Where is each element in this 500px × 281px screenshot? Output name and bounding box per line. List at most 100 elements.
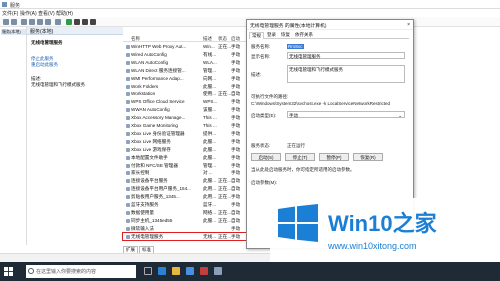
tab-logon[interactable]: 登录 [265,32,278,38]
service-desc-cell: 该服... [203,107,217,113]
restart-service-icon[interactable] [90,19,96,25]
export-icon[interactable] [37,19,43,25]
pause-service-icon[interactable] [82,19,88,25]
gear-icon [126,108,130,113]
edge-icon[interactable] [158,267,166,275]
app-icon[interactable] [200,267,208,275]
display-name-field[interactable]: 无线电管理服务 [287,52,405,59]
service-desc-cell: 有线... [203,51,217,57]
gear-icon [126,218,130,223]
resume-button[interactable]: 恢复(R) [353,153,383,161]
pause-button[interactable]: 暂停(P) [319,153,349,161]
service-name-cell: 无线电管理服务 [131,233,164,239]
close-icon[interactable]: × [407,22,410,28]
service-name-cell: Xbox Live 网络服务 [131,138,171,144]
start-service-icon[interactable] [66,19,72,25]
service-startup-cell: 自动 [231,209,241,215]
services-taskbar-icon[interactable] [214,267,222,275]
service-desc-cell: 对 ... [203,170,213,176]
service-startup-cell: 手动 [231,154,241,160]
menu-action[interactable]: 操作(A) [20,10,37,17]
start-button[interactable]: 启动(S) [251,153,281,161]
menu-help[interactable]: 帮助(H) [56,10,73,17]
service-desc-cell: 网络... [203,209,217,215]
service-desc-cell: 此用... [203,194,217,200]
column-name[interactable]: 名称 [131,36,140,42]
service-desc-cell: 此服... [203,217,217,223]
restart-service-link[interactable]: 重启动此服务 [31,62,58,68]
service-name-cell: 本地配置文件助手 [131,154,168,160]
windows-start-icon[interactable] [4,267,13,276]
help-icon[interactable] [45,19,51,25]
stop-service-icon[interactable] [74,19,80,25]
desc-field[interactable]: 无线电管理和飞行模式服务 [287,65,405,83]
menu-file[interactable]: 文件(F) [2,10,18,17]
service-startup-cell: 自动 [231,91,241,97]
view-tabs: 扩展 标准 [123,245,183,254]
column-description[interactable]: 描述 [203,36,212,42]
gear-icon [126,147,130,152]
service-startup-cell: 手动 [231,67,241,73]
tab-recovery[interactable]: 恢复 [279,32,292,38]
startup-type-value: 手动 [289,113,298,118]
search-box[interactable]: 在这里输入你要搜索的内容 [26,265,136,278]
windows-logo-icon [278,204,318,242]
task-view-icon[interactable] [144,267,152,275]
service-desc-cell: WPS... [203,99,218,105]
service-name-cell: 同步主机_1345ed55 [131,217,173,223]
exe-path-label: 可执行文件的路径: [251,94,289,99]
service-startup-cell: 自动 [231,178,241,184]
service-status-cell: 正在... [218,194,232,200]
properties-icon[interactable] [55,19,61,25]
service-startup-cell: 手动 [231,130,241,136]
display-name-label: 显示名称: [251,54,271,59]
explorer-icon[interactable] [172,267,180,275]
tab-general[interactable]: 常规 [249,32,264,39]
service-desc-cell: 管理... [203,162,217,168]
dialog-tabs: 常规 登录 恢复 依存关系 [249,32,409,39]
tab-dependencies[interactable]: 依存关系 [293,32,315,38]
startup-type-select[interactable]: 手动 ⌄ [287,111,405,118]
search-icon [28,268,34,274]
column-startup[interactable]: 启动 [231,36,240,42]
service-name-cell: WLAN Direct 服务连接管... [131,67,186,73]
service-desc-cell: This ... [203,123,217,128]
menu-bar: 文件(F) 操作(A) 查看(V) 帮助(H) [0,9,500,17]
forward-icon[interactable] [11,19,17,25]
store-icon[interactable] [186,267,194,275]
service-startup-cell: 自动 [231,186,241,192]
service-status-label: 服务状态: [251,143,271,148]
service-desc-cell: 使用... [203,91,217,97]
service-desc-cell: 向网... [203,75,217,81]
startup-type-label: 启动类型(E): [251,113,277,118]
show-hide-tree-icon[interactable] [21,19,27,25]
menu-view[interactable]: 查看(V) [38,10,55,17]
gear-icon [126,76,130,81]
service-desc-cell: 此服... [203,138,217,144]
nav-item-services-local[interactable]: 服务(本地) [1,29,26,35]
service-name-cell: Xbox Game Monitoring [131,123,178,128]
gear-icon [126,203,130,207]
service-status-cell: 正在... [218,217,232,223]
gear-icon [126,226,130,231]
service-desc-cell: 提供... [203,130,217,136]
gear-icon [126,210,130,215]
column-status[interactable]: 状态 [218,36,227,42]
service-status-cell: 正在... [218,209,232,215]
gear-icon [126,116,130,121]
watermark: Win10之家 www.win10xitong.com [270,198,500,262]
service-name-cell: Work Folders [131,83,159,89]
service-startup-cell: 手动 [231,115,241,121]
stop-button[interactable]: 停止(T) [285,153,315,161]
gear-icon [126,163,130,168]
service-name-cell: 微软输入法 [131,225,154,231]
service-status-value: 正在运行 [287,143,305,148]
back-icon[interactable] [3,19,9,25]
service-startup-cell: 手动 [231,44,241,49]
service-name-cell: 剪贴板用户服务_1345... [131,194,180,200]
refresh-icon[interactable] [29,19,35,25]
service-desc-cell: 此服... [203,154,217,160]
gear-icon [126,131,130,136]
service-status-cell: 正在... [218,186,232,192]
search-placeholder: 在这里输入你要搜索的内容 [36,269,97,275]
